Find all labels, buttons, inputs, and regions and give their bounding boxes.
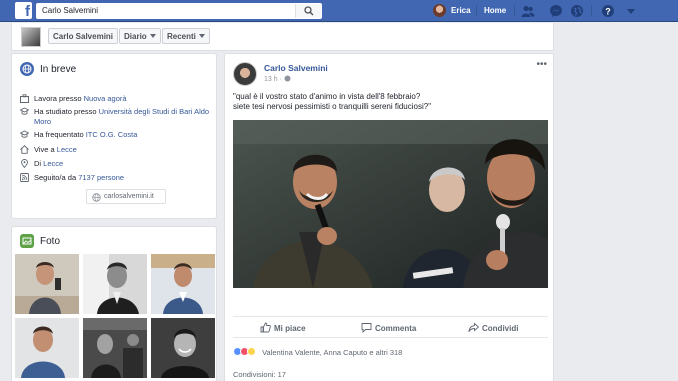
photo-thumbnail[interactable] [83,254,147,314]
search-box[interactable]: Carlo Salvemini [36,3,322,19]
intro-row-prefix: Ha frequentato [34,130,86,139]
help-icon[interactable]: ? [601,4,615,18]
globe-icon[interactable] [570,4,584,18]
avatar [433,4,446,17]
intro-globe-icon [20,62,34,76]
briefcase-icon [20,94,29,103]
post-card: Carlo Salvemini 13 h · ••• "qual è il vo… [224,53,554,381]
website-link[interactable]: carlosalvemini.it [86,189,166,204]
graduation-cap-icon [20,107,29,115]
photo-thumbnail[interactable] [15,254,79,314]
school-link[interactable]: ITC O.G. Costa [86,130,138,139]
rss-icon [20,173,29,182]
diario-menu-button[interactable]: Diario [119,28,161,44]
comment-icon [361,323,372,334]
intro-row-work: Lavora presso Nuova agorà [20,94,216,104]
intro-row-university: Ha studiato presso Università degli Stud… [20,107,216,127]
search-button[interactable] [295,4,321,18]
share-icon [468,322,480,333]
post-text-line: "qual è il vostro stato d'animo in vista… [233,92,421,101]
intro-row-prefix: Vive a [34,145,57,154]
photo-thumbnail[interactable] [15,318,79,378]
reactions-summary[interactable]: Valentina Valente, Anna Caputo e altri 3… [233,347,402,359]
shares-count[interactable]: Condivisioni: 17 [233,370,286,379]
thumbs-up-icon [260,322,271,333]
graduation-cap-icon [20,130,29,138]
messenger-icon[interactable] [549,4,563,18]
home-icon [20,145,29,154]
home-link[interactable]: Home [484,6,506,15]
divider [591,5,592,16]
intro-row-prefix: Di [34,159,44,168]
search-icon [304,6,314,16]
top-navigation-bar: f Carlo Salvemini Erica Home ? [0,0,678,22]
privacy-globe-icon [284,75,291,82]
svg-text:?: ? [605,6,611,16]
post-options-button[interactable]: ••• [536,59,547,70]
recenti-menu-button[interactable]: Recenti [162,28,210,44]
photo-thumbnail[interactable] [151,254,215,314]
intro-row-prefix: Lavora presso [34,94,84,103]
intro-title: In breve [40,64,77,75]
hometown-link[interactable]: Lecce [43,159,63,168]
post-author-name[interactable]: Carlo Salvemini [264,63,328,73]
post-photo[interactable] [233,120,548,288]
globe-icon [92,193,101,202]
photo-thumbnail[interactable] [151,318,215,378]
intro-row-prefix: Seguito/a da [34,173,79,182]
like-label: Mi piace [274,324,306,333]
photos-icon [20,234,34,248]
photo-thumbnail[interactable] [83,318,147,378]
share-label: Condividi [482,324,519,333]
comment-button[interactable]: Commenta [361,322,417,334]
divider [476,5,477,16]
reactions-names: Valentina Valente, Anna Caputo e altri 3… [262,348,403,357]
profile-avatar[interactable] [21,27,41,47]
lives-in-link[interactable]: Lecce [57,145,77,154]
intro-row-prefix: Ha studiato presso [34,107,99,116]
chevron-down-icon [198,34,205,38]
post-time-text: 13 h · [264,76,284,83]
friends-icon[interactable] [521,4,535,18]
post-timestamp[interactable]: 13 h · [264,75,291,83]
chevron-down-icon [149,34,156,38]
post-text-line: siete tesi nervosi pessimisti o tranquil… [233,102,432,111]
post-text: "qual è il vostro stato d'animo in vista… [233,92,545,112]
share-button[interactable]: Condividi [468,322,518,333]
haha-reaction-icon [247,347,256,356]
diario-label: Diario [124,32,147,41]
user-name: Erica [451,6,471,15]
profile-header-strip: Carlo Salvemini Diario Recenti [11,23,554,51]
search-input[interactable]: Carlo Salvemini [42,6,98,15]
recenti-label: Recenti [167,32,196,41]
intro-row-school: Ha frequentato ITC O.G. Costa [20,130,216,140]
photos-card: Foto [11,226,217,381]
like-button[interactable]: Mi piace [260,322,306,333]
intro-row-from: Di Lecce [20,159,216,169]
comment-label: Commenta [375,324,417,333]
post-author-avatar[interactable] [233,62,257,86]
photos-title: Foto [40,236,61,247]
intro-row-lives-in: Vive a Lecce [20,145,216,155]
dropdown-icon[interactable] [624,4,638,18]
followers-link[interactable]: 7137 persone [78,173,124,182]
divider [514,5,515,16]
post-actions-bar: Mi piace Commenta Condividi [233,316,548,338]
intro-card: In breve Lavora presso Nuova agorà Ha st… [11,53,217,219]
facebook-logo[interactable]: f [15,2,32,19]
intro-row-followers: Seguito/a da 7137 persone [20,173,216,183]
profile-name-button[interactable]: Carlo Salvemini [48,28,119,44]
location-pin-icon [21,159,28,168]
website-label: carlosalvemini.it [104,193,154,200]
workplace-link[interactable]: Nuova agorà [84,94,127,103]
